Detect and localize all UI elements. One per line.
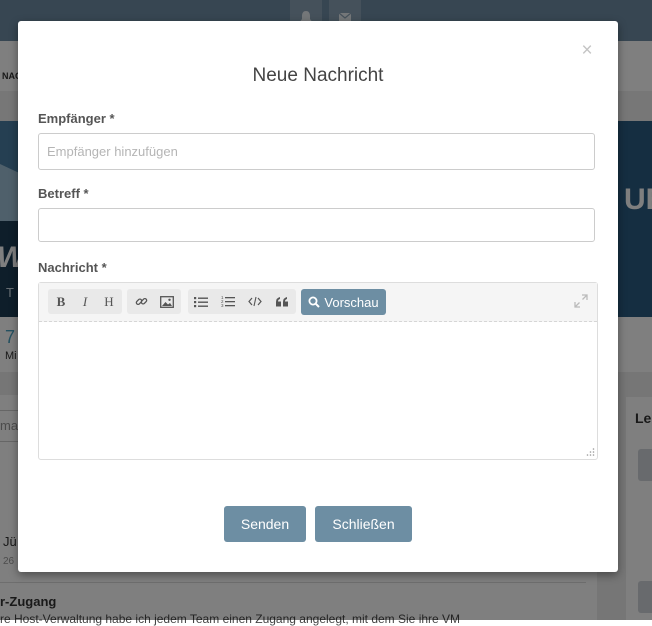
resize-handle-icon[interactable] [585, 447, 595, 457]
heading-button[interactable]: H [97, 289, 121, 314]
editor-toolbar: B I H 1 2 3 Vorschau [39, 283, 597, 322]
recipient-label: Empfänger * [38, 111, 115, 126]
search-icon [308, 296, 321, 308]
svg-text:3: 3 [221, 303, 224, 308]
numbered-list-button[interactable]: 1 2 3 [216, 289, 240, 314]
message-label: Nachricht * [38, 260, 107, 275]
preview-label: Vorschau [324, 294, 379, 310]
link-button[interactable] [129, 289, 153, 314]
preview-button[interactable]: Vorschau [301, 289, 386, 315]
new-message-dialog: × Neue Nachricht Empfänger * Betreff * N… [18, 21, 618, 572]
bullet-list-icon [194, 296, 208, 307]
text-format-group: B I H [48, 289, 122, 314]
recipient-input[interactable] [38, 133, 595, 170]
message-editor: B I H 1 2 3 Vorschau [38, 282, 598, 460]
dialog-title: Neue Nachricht [252, 65, 384, 86]
numbered-list-icon: 1 2 3 [221, 295, 235, 308]
subject-label: Betreff * [38, 186, 89, 201]
image-button[interactable] [155, 289, 179, 314]
code-icon [248, 296, 262, 307]
fullscreen-icon[interactable] [574, 294, 588, 308]
send-button[interactable]: Senden [224, 506, 306, 542]
quote-icon [275, 296, 288, 306]
bullet-list-button[interactable] [189, 289, 213, 314]
close-icon[interactable]: × [577, 41, 597, 61]
link-icon [135, 297, 147, 306]
image-icon [160, 295, 174, 308]
message-textarea[interactable] [39, 322, 597, 459]
italic-button[interactable]: I [73, 289, 97, 314]
code-button[interactable] [243, 289, 267, 314]
insert-group [127, 289, 181, 314]
bold-button[interactable]: B [49, 289, 73, 314]
subject-input[interactable] [38, 208, 595, 242]
close-button[interactable]: Schließen [315, 506, 412, 542]
block-group: 1 2 3 [188, 289, 296, 314]
quote-button[interactable] [270, 289, 294, 314]
